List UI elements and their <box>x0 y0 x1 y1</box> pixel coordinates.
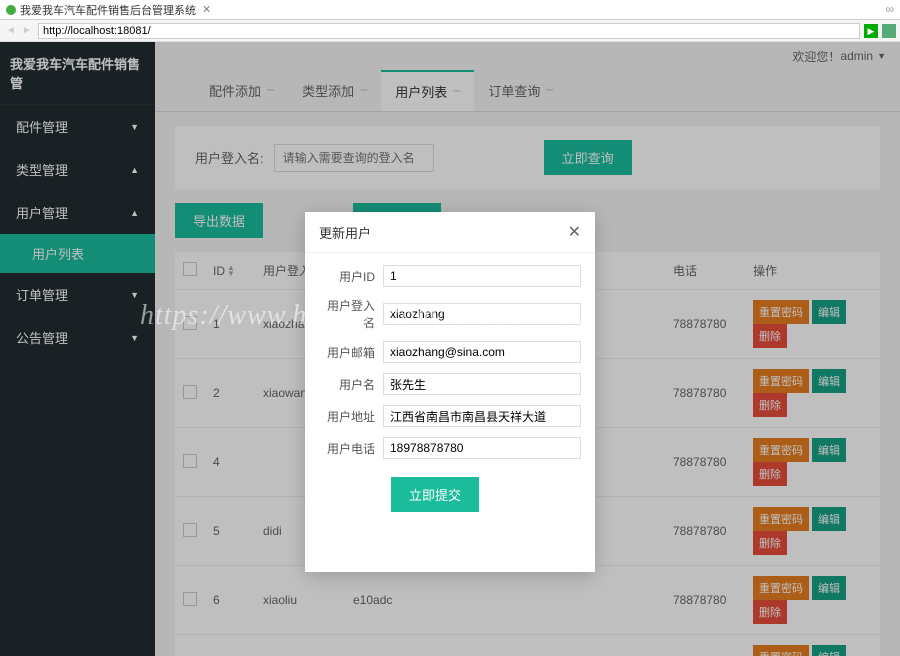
input-phone[interactable] <box>383 437 581 459</box>
nav-back-icon[interactable]: ◄ <box>4 24 18 38</box>
label-email: 用户邮箱 <box>319 344 383 361</box>
input-addr[interactable] <box>383 405 581 427</box>
modal-close-icon[interactable]: ✕ <box>568 222 581 242</box>
modal-title: 更新用户 <box>319 223 371 242</box>
tab-title: 我爱我车汽车配件销售后台管理系统 <box>20 2 196 18</box>
tab-close-icon[interactable]: ✕ <box>202 3 211 16</box>
nav-fwd-icon[interactable]: ► <box>20 24 34 38</box>
address-bar: ◄ ► ▶ <box>0 20 900 42</box>
corner-icon: ∞ <box>885 2 894 16</box>
label-name: 用户名 <box>319 376 383 393</box>
update-user-modal: 更新用户 ✕ 用户ID 用户登入名 用户邮箱 用户名 用户地址 用户电话 立即提… <box>305 212 595 572</box>
label-id: 用户ID <box>319 268 383 285</box>
browser-tab: 我爱我车汽车配件销售后台管理系统 ✕ ∞ <box>0 0 900 20</box>
label-phone: 用户电话 <box>319 440 383 457</box>
input-id[interactable] <box>383 265 581 287</box>
label-login: 用户登入名 <box>319 297 383 331</box>
browser-menu-icon[interactable] <box>882 24 896 38</box>
input-email[interactable] <box>383 341 581 363</box>
go-button[interactable]: ▶ <box>864 24 878 38</box>
submit-button[interactable]: 立即提交 <box>391 477 479 512</box>
input-name[interactable] <box>383 373 581 395</box>
modal-overlay[interactable]: 更新用户 ✕ 用户ID 用户登入名 用户邮箱 用户名 用户地址 用户电话 立即提… <box>0 42 900 656</box>
label-addr: 用户地址 <box>319 408 383 425</box>
url-input[interactable] <box>38 23 860 39</box>
favicon-icon <box>6 5 16 15</box>
input-login[interactable] <box>383 303 581 325</box>
